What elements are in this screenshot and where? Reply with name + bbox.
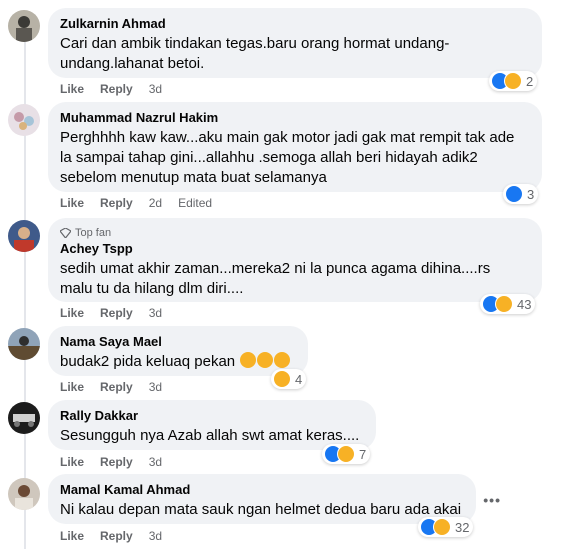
reaction-summary[interactable]: 4 bbox=[271, 369, 307, 389]
comment-actions: Like Reply 3d bbox=[60, 81, 162, 97]
like-button[interactable]: Like bbox=[60, 454, 84, 470]
edited-label[interactable]: Edited bbox=[178, 195, 212, 211]
reaction-summary[interactable]: 43 bbox=[480, 294, 536, 314]
timestamp[interactable]: 2d bbox=[149, 195, 162, 211]
comment-text: undang.lahanat betoi. bbox=[60, 55, 205, 72]
like-button[interactable]: Like bbox=[60, 528, 84, 544]
more-options-button[interactable]: ••• bbox=[483, 492, 501, 508]
comment-bubble: Muhammad Nazrul Hakim Perghhhh kaw kaw..… bbox=[48, 102, 542, 192]
reaction-count: 32 bbox=[455, 519, 470, 535]
reply-button[interactable]: Reply bbox=[100, 454, 133, 470]
avatar[interactable] bbox=[8, 10, 40, 42]
comment-actions: Like Reply 3d bbox=[60, 454, 162, 470]
comment-actions: Like Reply 3d bbox=[60, 305, 162, 321]
reaction-summary[interactable]: 7 bbox=[322, 444, 371, 464]
comment-text-content: budak2 pida keluaq pekan bbox=[60, 353, 236, 370]
avatar[interactable] bbox=[8, 478, 40, 510]
like-button[interactable]: Like bbox=[60, 379, 84, 395]
laughing-emoji-icon bbox=[274, 352, 291, 368]
comment-bubble: Top fan Achey Tspp sedih umat akhir zama… bbox=[48, 218, 542, 302]
comment-text: Sesungguh nya Azab allah swt amat keras.… bbox=[60, 427, 360, 444]
like-reaction-icon bbox=[505, 185, 523, 203]
comment-author[interactable]: Achey Tspp bbox=[60, 241, 530, 257]
reply-button[interactable]: Reply bbox=[100, 195, 133, 211]
timestamp[interactable]: 3d bbox=[149, 81, 162, 97]
laughing-emoji-icon bbox=[240, 352, 257, 368]
reaction-count: 4 bbox=[295, 371, 303, 387]
top-fan-label: Top fan bbox=[75, 227, 112, 239]
timestamp[interactable]: 3d bbox=[149, 379, 162, 395]
comment-text: sedih umat akhir zaman...mereka2 ni la p… bbox=[60, 260, 491, 277]
like-button[interactable]: Like bbox=[60, 195, 84, 211]
comment-text: budak2 pida keluaq pekan bbox=[60, 352, 296, 372]
reaction-count: 7 bbox=[359, 446, 367, 462]
comment-author[interactable]: Muhammad Nazrul Hakim bbox=[60, 110, 530, 126]
reaction-summary[interactable]: 2 bbox=[489, 71, 538, 91]
comment-actions: Like Reply 3d bbox=[60, 528, 162, 544]
comment-text: malu tu da hilang dlm diri.... bbox=[60, 280, 244, 297]
sad-reaction-icon bbox=[337, 445, 355, 463]
timestamp[interactable]: 3d bbox=[149, 305, 162, 321]
avatar[interactable] bbox=[8, 328, 40, 360]
reaction-count: 2 bbox=[526, 73, 534, 89]
avatar[interactable] bbox=[8, 220, 40, 252]
sad-reaction-icon bbox=[495, 295, 513, 313]
comment-bubble: Nama Saya Mael budak2 pida keluaq pekan bbox=[48, 326, 308, 376]
comment-author[interactable]: Nama Saya Mael bbox=[60, 334, 296, 350]
avatar[interactable] bbox=[8, 104, 40, 136]
haha-reaction-icon bbox=[273, 370, 291, 388]
avatar[interactable] bbox=[8, 402, 40, 434]
comment-text: Cari dan ambik tindakan tegas.baru orang… bbox=[60, 35, 450, 52]
comment-text: Perghhhh kaw kaw...aku main gak motor ja… bbox=[60, 129, 515, 146]
reaction-summary[interactable]: 3 bbox=[503, 184, 539, 204]
reaction-count: 3 bbox=[527, 186, 535, 202]
reaction-summary[interactable]: 32 bbox=[418, 517, 474, 537]
comment-actions: Like Reply 2d Edited bbox=[60, 195, 212, 211]
comment-text: sebelom menutup mata buat selamanya bbox=[60, 169, 327, 186]
comment-bubble: Mamal Kamal Ahmad Ni kalau depan mata sa… bbox=[48, 474, 476, 524]
laughing-emoji-icon bbox=[257, 352, 274, 368]
haha-reaction-icon bbox=[504, 72, 522, 90]
sad-reaction-icon bbox=[433, 518, 451, 536]
comment-bubble: Zulkarnin Ahmad Cari dan ambik tindakan … bbox=[48, 8, 542, 78]
diamond-icon bbox=[60, 228, 71, 238]
top-fan-badge: Top fan bbox=[60, 226, 530, 240]
reaction-count: 43 bbox=[517, 296, 532, 312]
comment-author[interactable]: Mamal Kamal Ahmad bbox=[60, 482, 464, 498]
comment-actions: Like Reply 3d bbox=[60, 379, 162, 395]
reply-button[interactable]: Reply bbox=[100, 81, 133, 97]
comment-text: Ni kalau depan mata sauk ngan helmet ded… bbox=[60, 501, 462, 518]
comment-author[interactable]: Zulkarnin Ahmad bbox=[60, 16, 530, 32]
timestamp[interactable]: 3d bbox=[149, 454, 162, 470]
comment-author[interactable]: Rally Dakkar bbox=[60, 408, 364, 424]
comment-bubble: Rally Dakkar Sesungguh nya Azab allah sw… bbox=[48, 400, 376, 450]
timestamp[interactable]: 3d bbox=[149, 528, 162, 544]
like-button[interactable]: Like bbox=[60, 81, 84, 97]
like-button[interactable]: Like bbox=[60, 305, 84, 321]
reply-button[interactable]: Reply bbox=[100, 305, 133, 321]
reply-button[interactable]: Reply bbox=[100, 528, 133, 544]
comment-text: la sampai tahap gini...allahhu .semoga a… bbox=[60, 149, 478, 166]
reply-button[interactable]: Reply bbox=[100, 379, 133, 395]
